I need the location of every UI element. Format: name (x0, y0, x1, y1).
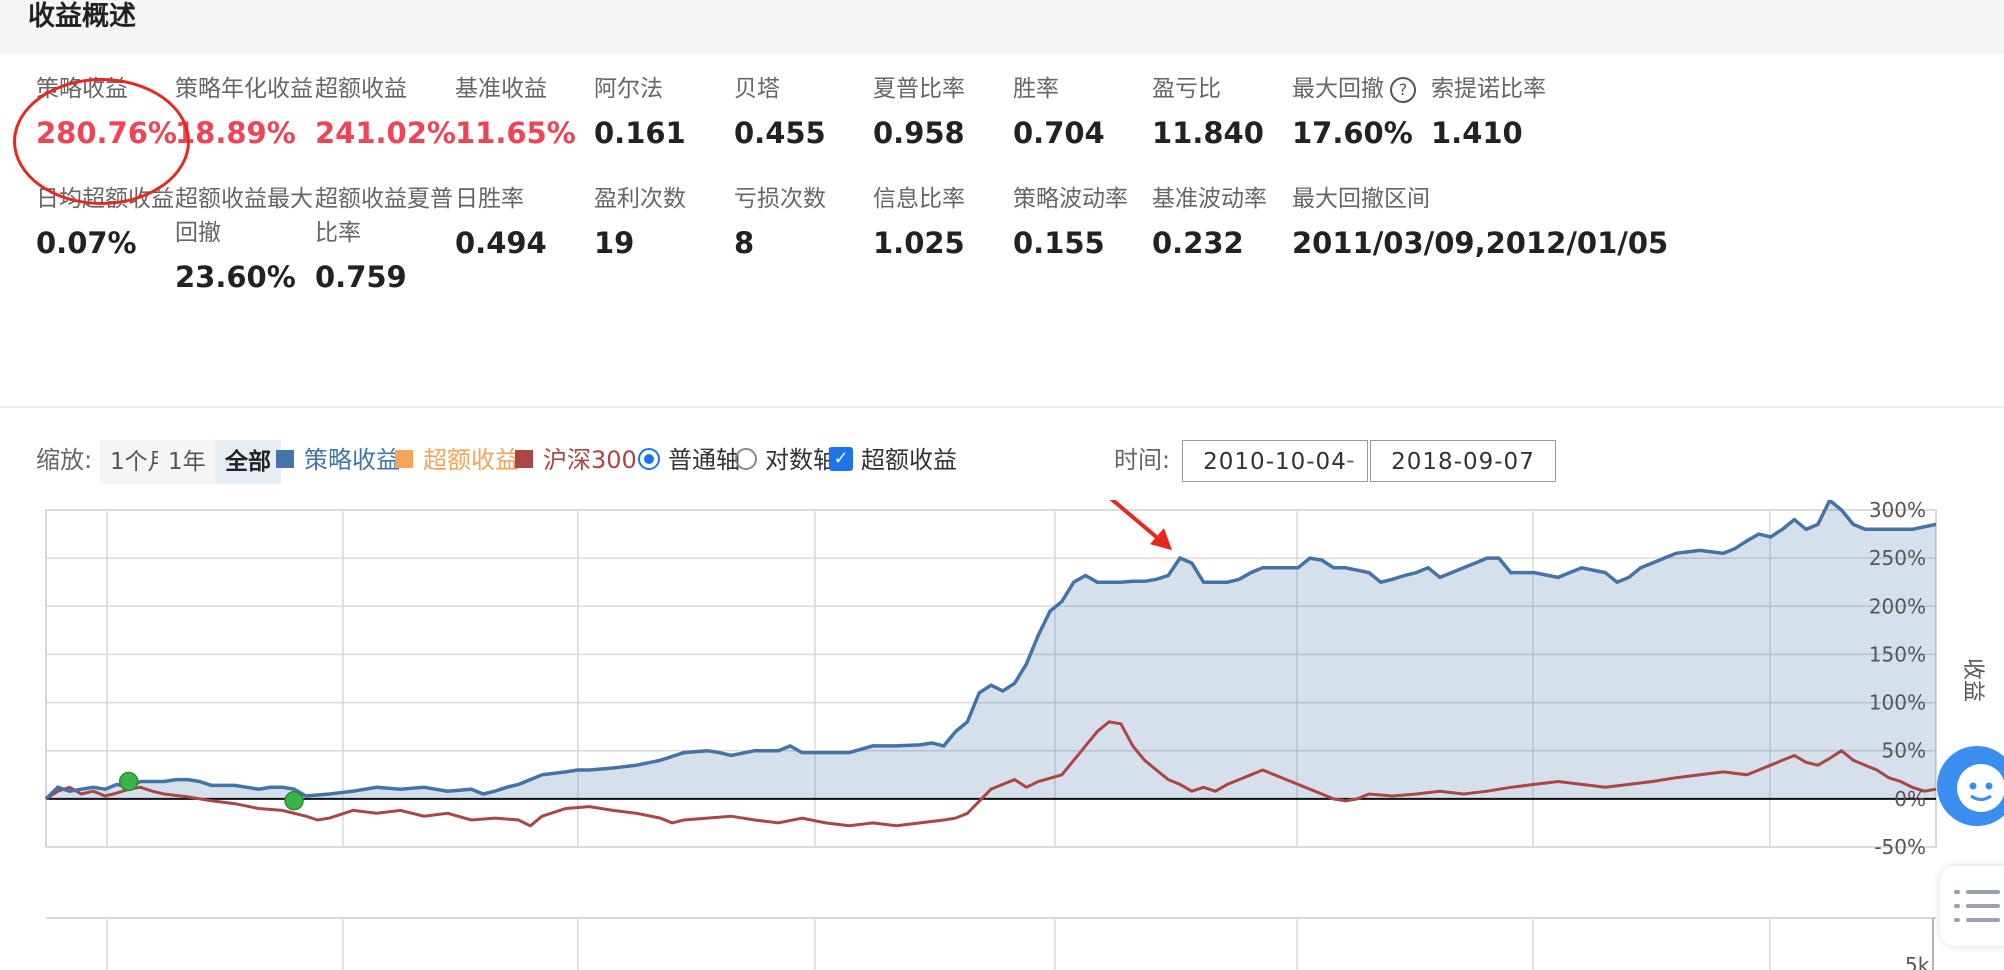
metric-label-text: 最大回撤 (1292, 76, 1384, 102)
legend-swatch (515, 450, 533, 468)
section-divider (0, 406, 2004, 408)
legend-label: 超额收益 (423, 446, 519, 474)
metric-value: 0.759 (315, 260, 407, 294)
legend-item-strategy[interactable]: 策略收益 (276, 436, 400, 484)
y-tick-label: 300% (1869, 500, 1926, 522)
radio-label: 普通轴 (668, 446, 740, 474)
trade-marker[interactable] (118, 771, 139, 792)
zoom-1-year-button[interactable]: 1年 (158, 440, 216, 484)
highlight-circle (13, 78, 190, 205)
metric-value: 23.60% (175, 260, 296, 294)
metric-label: 索提诺比率 (1431, 76, 1546, 102)
date-from-input[interactable]: 2010-10-04 (1182, 440, 1368, 482)
radio-unchecked-icon (735, 448, 757, 470)
list-float-button[interactable] (1940, 866, 2004, 946)
y-tick-label: -50% (1874, 835, 1926, 859)
chat-icon (1957, 764, 2004, 812)
y-axis-label: 收益 (1960, 658, 1985, 702)
zoom-label: 缩放: (36, 446, 93, 474)
chart-toolbar: 缩放: 1个月 1年 全部 策略收益 超额收益 沪深300 普通轴 对数轴 ✓ 超… (0, 436, 2004, 486)
metric-value: 2011/03/09,2012/01/05 (1292, 226, 1669, 260)
page-title: 收益概述 (28, 1, 136, 32)
legend-item-excess[interactable]: 超额收益 (395, 436, 519, 484)
y-tick-label: 200% (1869, 594, 1926, 618)
y-tick-label: 250% (1869, 546, 1926, 570)
metric-label: 超额收益夏普比率 (315, 186, 453, 246)
list-icon (1954, 890, 2000, 922)
lower-panel-tick: 5k (1905, 953, 1930, 970)
legend-swatch (276, 450, 294, 468)
zoom-all-button[interactable]: 全部 (215, 440, 281, 484)
normal-axis-radio[interactable]: 普通轴 (638, 436, 740, 484)
radio-checked-icon (638, 448, 660, 470)
metric-label: 超额收益最大回撤 (175, 186, 313, 246)
arrow-head (1150, 528, 1172, 551)
metric-max-drawdown-range: 最大回撤区间 2011/03/09,2012/01/05 (1292, 182, 1712, 260)
legend-swatch (395, 450, 413, 468)
legend-label: 沪深300 (543, 446, 637, 474)
metric-excess-sharpe: 超额收益夏普比率 0.759 (315, 182, 453, 294)
radio-label: 对数轴 (765, 446, 837, 474)
date-separator: - (1346, 446, 1355, 474)
y-tick-label: 100% (1869, 691, 1926, 715)
returns-chart[interactable]: 300% 250% 200% 150% 100% 50% 0% -50% 收益 5k (0, 500, 2004, 970)
y-tick-label: 0% (1894, 787, 1926, 811)
date-to-input[interactable]: 2018-09-07 (1370, 440, 1556, 482)
log-axis-radio[interactable]: 对数轴 (735, 436, 837, 484)
legend-item-hs300[interactable]: 沪深300 (515, 436, 637, 484)
lower-panel-grid (46, 917, 1936, 970)
metric-value: 1.410 (1431, 116, 1523, 150)
checkbox-checked-icon: ✓ (829, 447, 853, 471)
page-header: 收益概述 (0, 0, 2004, 54)
help-icon[interactable]: ? (1390, 76, 1416, 103)
metric-label: 最大回撤区间 (1292, 186, 1430, 212)
y-tick-label: 50% (1882, 739, 1926, 763)
time-label: 时间: (1114, 446, 1171, 474)
metric-sortino: 索提诺比率 1.410 (1431, 72, 1601, 150)
checkbox-label: 超额收益 (861, 446, 957, 474)
excess-return-checkbox[interactable]: ✓ 超额收益 (829, 436, 957, 484)
chat-float-button[interactable] (1937, 746, 2004, 826)
annotation-arrow (1109, 500, 1172, 551)
legend-label: 策略收益 (304, 446, 400, 474)
y-tick-label: 150% (1869, 642, 1926, 666)
strategy-area-fill (46, 500, 1936, 799)
metric-excess-max-drawdown: 超额收益最大回撤 23.60% (175, 182, 313, 294)
trade-marker[interactable] (284, 791, 304, 811)
